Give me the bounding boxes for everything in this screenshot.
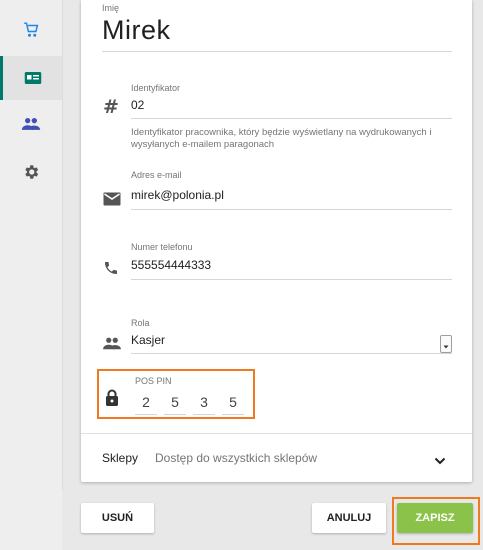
phone-underline [131, 279, 452, 280]
cancel-button[interactable]: ANULUJ [312, 503, 386, 533]
pin-underline [135, 414, 157, 415]
pin-digit-3[interactable]: 3 [193, 394, 215, 410]
pin-underline [193, 414, 215, 415]
phone-label: Numer telefonu [131, 242, 193, 252]
gear-icon [25, 165, 39, 179]
identifier-input[interactable]: 02 [131, 98, 144, 112]
identifier-hint: Identyfikator pracownika, który będzie w… [131, 127, 432, 150]
identifier-label: Identyfikator [131, 83, 181, 93]
role-underline [131, 353, 452, 354]
pin-underline [222, 414, 244, 415]
people-icon [102, 337, 122, 355]
name-underline [102, 51, 452, 52]
lock-icon [105, 389, 119, 412]
id-card-icon [24, 72, 41, 84]
pin-digit-2[interactable]: 5 [164, 394, 186, 410]
pin-underline [164, 414, 186, 415]
mail-icon [103, 192, 121, 211]
identifier-underline [131, 118, 452, 119]
hash-icon: # [103, 96, 121, 121]
name-input[interactable]: Mirek [102, 15, 171, 46]
phone-icon [103, 260, 119, 281]
nav-item-people[interactable] [0, 102, 62, 146]
pin-digit-1[interactable]: 2 [135, 394, 157, 410]
nav-rail [0, 0, 63, 550]
role-select[interactable]: Kasjer [131, 333, 165, 347]
employee-form-card: Imię Mirek # Identyfikator 02 Identyfika… [81, 0, 472, 482]
shops-value[interactable]: Dostęp do wszystkich sklepów [155, 451, 317, 465]
svg-text:#: # [103, 96, 119, 116]
name-label: Imię [102, 3, 120, 13]
chevron-down-icon[interactable] [434, 453, 446, 471]
nav-item-employees-card[interactable] [0, 56, 62, 100]
email-underline [131, 209, 452, 210]
shops-divider [81, 433, 472, 434]
cart-icon [24, 22, 39, 37]
email-input[interactable]: mirek@polonia.pl [131, 188, 224, 202]
save-button[interactable]: ZAPISZ [397, 503, 473, 533]
pin-digit-4[interactable]: 5 [222, 394, 244, 410]
people-icon [21, 118, 41, 130]
role-label: Rola [131, 318, 150, 328]
phone-input[interactable]: 555554444333 [131, 258, 211, 272]
shops-label: Sklepy [102, 451, 139, 465]
email-label: Adres e-mail [131, 170, 182, 180]
pos-pin-label: POS PIN [135, 376, 172, 386]
nav-item-settings[interactable] [0, 150, 62, 194]
nav-item-sales[interactable] [0, 8, 62, 52]
delete-button[interactable]: USUŃ [81, 503, 154, 533]
role-dropdown-arrow-icon[interactable] [440, 335, 452, 353]
